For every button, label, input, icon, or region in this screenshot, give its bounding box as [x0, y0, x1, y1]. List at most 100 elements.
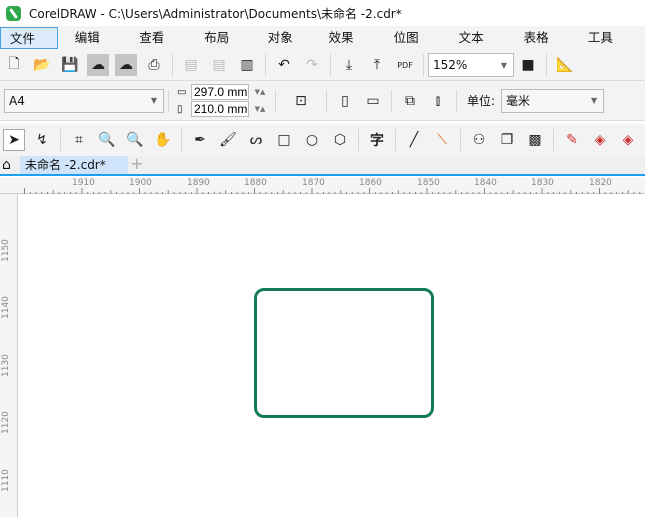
- landscape-icon[interactable]: ▭: [362, 90, 384, 112]
- smart-fill-tool-icon[interactable]: ◈: [617, 129, 639, 151]
- width-spinner[interactable]: ▼▲: [249, 88, 271, 96]
- rectangle-tool-icon[interactable]: □: [273, 129, 295, 151]
- ruler-label: 1130: [1, 354, 11, 377]
- height-spinner[interactable]: ▼▲: [249, 105, 271, 113]
- import-icon[interactable]: ⤓: [338, 54, 360, 76]
- paste-icon[interactable]: ▥: [236, 54, 258, 76]
- title-bar: CorelDRAW - C:\Users\Administrator\Docum…: [0, 0, 645, 26]
- divider: [423, 54, 424, 76]
- spiral-tool-icon[interactable]: ᔕ: [245, 129, 267, 151]
- ruler-label: 1110: [1, 469, 11, 492]
- divider: [460, 129, 461, 151]
- menu-bitmaps[interactable]: 位图(B): [385, 27, 442, 49]
- copy-icon[interactable]: ▤: [208, 54, 230, 76]
- divider: [330, 54, 331, 76]
- divider: [358, 129, 359, 151]
- cloud-upload-icon[interactable]: ☁: [115, 54, 137, 76]
- ruler-label: 1900: [129, 178, 152, 188]
- ellipse-tool-icon[interactable]: ○: [301, 129, 323, 151]
- zoom-select[interactable]: 152%▼: [428, 53, 514, 77]
- options-icon[interactable]: 📐: [554, 54, 576, 76]
- export-icon[interactable]: ⤒: [366, 54, 388, 76]
- pan-tool-icon[interactable]: ✋: [152, 129, 174, 151]
- divider: [265, 54, 266, 76]
- divider: [172, 54, 173, 76]
- property-bar: A4▼ ▭ ▼▲ ▯ ▼▲ ⊡ ▯ ▭ ⧉ ⫾ 单位: 毫米 ▼: [0, 81, 645, 121]
- print-icon[interactable]: ⎙: [143, 54, 165, 76]
- fill-tool-icon[interactable]: ◈: [589, 129, 611, 151]
- connector-tool-icon[interactable]: ⟍: [431, 129, 453, 151]
- divider: [456, 90, 457, 112]
- page-size-value: A4: [9, 94, 25, 108]
- add-tab-button[interactable]: +: [130, 154, 143, 173]
- tab-document[interactable]: 未命名 -2.cdr*: [20, 156, 128, 174]
- current-page-icon[interactable]: ⫾: [427, 90, 449, 112]
- page-width-input[interactable]: [191, 84, 249, 100]
- zoom-out-tool-icon[interactable]: 🔍: [124, 129, 146, 151]
- pdf-export-icon[interactable]: PDF: [394, 54, 416, 76]
- menu-object[interactable]: 对象(J): [259, 27, 312, 49]
- toolbox: ➤ ↯ ⌗ 🔍 🔍 ✋ ✒ 🖌 ᔕ □ ○ ⬡ 字 ╱ ⟍ ⚇ ❐ ▩ ✎ ◈ …: [0, 124, 645, 156]
- zoom-tool-icon[interactable]: 🔍: [96, 129, 118, 151]
- vertical-ruler[interactable]: 1150 1140 1130 1120 1110: [0, 194, 18, 517]
- text-tool-icon[interactable]: 字: [366, 129, 388, 151]
- cut-icon[interactable]: ▤: [180, 54, 202, 76]
- page-size-select[interactable]: A4▼: [4, 89, 164, 113]
- divider: [553, 129, 554, 151]
- menu-table[interactable]: 表格(T): [515, 27, 571, 49]
- redo-icon[interactable]: ↷: [301, 54, 323, 76]
- ruler-label: 1850: [417, 178, 440, 188]
- shadow-tool-icon[interactable]: ❐: [496, 129, 518, 151]
- ruler-label: 1150: [1, 239, 11, 262]
- menu-text[interactable]: 文本(X): [450, 27, 507, 49]
- brush-tool-icon[interactable]: 🖌: [217, 129, 239, 151]
- eyedropper-tool-icon[interactable]: ✎: [561, 129, 583, 151]
- menu-layout[interactable]: 布局(L): [195, 27, 251, 49]
- width-icon: ▭: [177, 87, 191, 98]
- coreldraw-logo-icon: [6, 6, 21, 21]
- menu-tools[interactable]: 工具(O): [579, 27, 637, 49]
- blend-tool-icon[interactable]: ⚇: [468, 129, 490, 151]
- pick-tool-icon[interactable]: ➤: [3, 129, 25, 151]
- portrait-icon[interactable]: ▯: [334, 90, 356, 112]
- horizontal-ruler[interactable]: 1910 1900 1890 1880 1870 1860 1850 1840 …: [0, 177, 645, 194]
- chevron-down-icon: ▼: [495, 54, 513, 76]
- menu-bar: 文件(F) 编辑(E) 查看(V) 布局(L) 对象(J) 效果(C) 位图(B…: [0, 26, 645, 50]
- divider: [326, 90, 327, 112]
- save-icon[interactable]: 💾: [59, 54, 81, 76]
- ruler-label: 1890: [187, 178, 210, 188]
- menu-edit[interactable]: 编辑(E): [66, 27, 122, 49]
- crop-tool-icon[interactable]: ⌗: [68, 129, 90, 151]
- all-pages-icon[interactable]: ⧉: [399, 90, 421, 112]
- dimension-tool-icon[interactable]: ╱: [403, 129, 425, 151]
- window-title: CorelDRAW - C:\Users\Administrator\Docum…: [29, 5, 402, 22]
- divider: [60, 129, 61, 151]
- ruler-label: 1120: [1, 411, 11, 434]
- ruler-label: 1830: [531, 178, 554, 188]
- full-screen-icon[interactable]: ■: [517, 54, 539, 76]
- home-icon[interactable]: ⌂: [2, 157, 11, 173]
- menu-effects[interactable]: 效果(C): [319, 27, 376, 49]
- open-icon[interactable]: 📂: [31, 54, 53, 76]
- undo-icon[interactable]: ↶: [273, 54, 295, 76]
- transparency-tool-icon[interactable]: ▩: [524, 129, 546, 151]
- menu-view[interactable]: 查看(V): [130, 27, 187, 49]
- polygon-tool-icon[interactable]: ⬡: [329, 129, 351, 151]
- page-height-input[interactable]: [191, 101, 249, 117]
- units-label: 单位:: [467, 92, 495, 109]
- units-value: 毫米: [506, 92, 530, 109]
- divider: [168, 90, 169, 112]
- page-size-all-icon[interactable]: ⊡: [290, 90, 312, 112]
- divider: [546, 54, 547, 76]
- pen-tool-icon[interactable]: ✒: [189, 129, 211, 151]
- menu-file[interactable]: 文件(F): [0, 27, 58, 49]
- new-document-icon[interactable]: 🗋: [3, 54, 25, 76]
- height-icon: ▯: [177, 104, 191, 115]
- chevron-down-icon: ▼: [585, 90, 603, 112]
- divider: [391, 90, 392, 112]
- units-select[interactable]: 毫米 ▼: [501, 89, 604, 113]
- divider: [395, 129, 396, 151]
- shape-tool-icon[interactable]: ↯: [31, 129, 53, 151]
- rounded-rectangle-shape[interactable]: [254, 288, 434, 418]
- cloud-download-icon[interactable]: ☁: [87, 54, 109, 76]
